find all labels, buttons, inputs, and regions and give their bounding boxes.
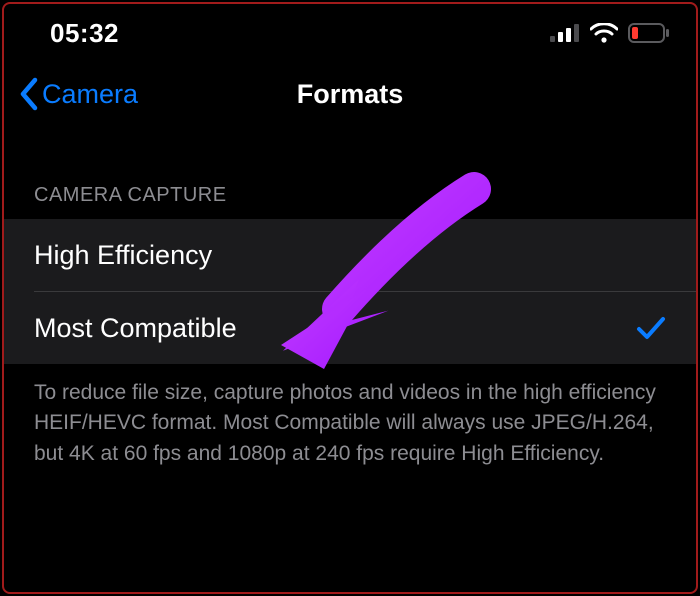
- option-high-efficiency[interactable]: High Efficiency: [4, 219, 696, 291]
- wifi-icon: [590, 23, 618, 43]
- back-button-label: Camera: [42, 79, 138, 110]
- section-footer-text: To reduce file size, capture photos and …: [4, 364, 696, 469]
- chevron-left-icon: [18, 77, 40, 111]
- back-button[interactable]: Camera: [4, 77, 138, 111]
- section-header-camera-capture: CAMERA CAPTURE: [4, 184, 696, 219]
- option-label: Most Compatible: [34, 313, 237, 344]
- cellular-signal-icon: [550, 24, 580, 42]
- option-label: High Efficiency: [34, 240, 212, 271]
- format-options-list: High Efficiency Most Compatible: [4, 219, 696, 364]
- status-bar: 05:32: [4, 4, 696, 62]
- checkmark-icon: [636, 315, 666, 341]
- battery-low-icon: [628, 23, 670, 43]
- status-icons: [550, 23, 670, 43]
- option-most-compatible[interactable]: Most Compatible: [4, 292, 696, 364]
- status-time: 05:32: [50, 18, 119, 49]
- nav-bar: Camera Formats: [4, 62, 696, 126]
- screen-frame: 05:32: [2, 2, 698, 594]
